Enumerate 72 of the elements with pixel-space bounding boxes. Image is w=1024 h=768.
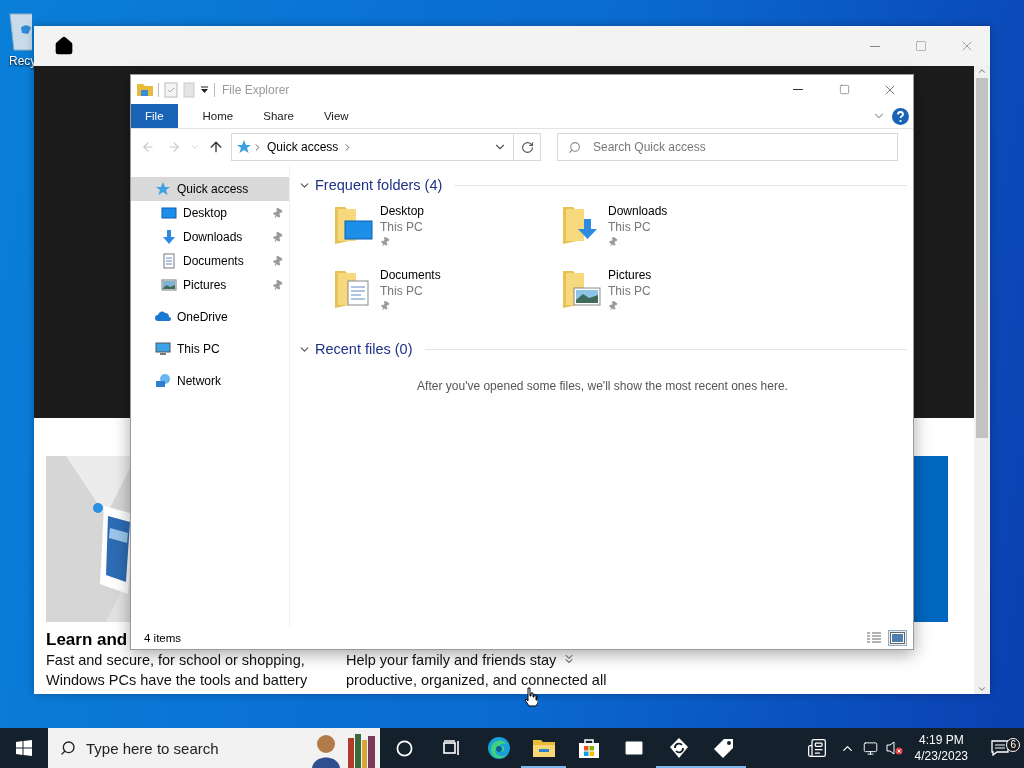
search-icon — [568, 140, 581, 154]
card-text-line: Windows PCs have the tools and battery — [46, 671, 308, 690]
help-icon[interactable] — [892, 107, 909, 125]
group-title[interactable]: Recent files (0) — [315, 341, 413, 357]
ribbon-tab[interactable]: View — [308, 104, 364, 128]
folder-icon[interactable] — [137, 82, 153, 97]
notification-count: 6 — [1006, 738, 1020, 752]
search-box[interactable]: Search Quick access — [557, 133, 898, 161]
folder-icon — [531, 738, 556, 758]
nav-item[interactable]: OneDrive — [131, 305, 289, 329]
card-heading: Learn and — [46, 630, 128, 650]
speaker-muted-icon — [885, 740, 904, 756]
large-icons-view-button[interactable] — [888, 630, 907, 646]
nav-item[interactable]: Documents — [131, 249, 289, 273]
scroll-up-icon[interactable] — [977, 66, 987, 76]
network-icon — [155, 373, 171, 389]
maximize-icon — [915, 40, 927, 52]
breadcrumb[interactable]: Quick access — [267, 140, 339, 154]
customize-dropdown-icon[interactable] — [200, 85, 209, 94]
large-icons-icon — [890, 632, 905, 644]
taskbar-search-field[interactable]: Type here to search — [84, 738, 248, 758]
search-icon — [60, 740, 76, 756]
message-icon — [991, 740, 1009, 756]
window-title: File Explorer — [222, 82, 290, 97]
download-icon — [161, 229, 177, 245]
forward-arrow-icon — [167, 140, 181, 154]
network-icon — [863, 740, 879, 756]
card-text-line: Fast and secure, for school or shopping, — [46, 651, 305, 670]
task-view-icon — [443, 740, 461, 756]
search-field[interactable]: Search Quick access — [591, 139, 897, 155]
folder-tile[interactable]: Desktop This PC — [332, 201, 560, 265]
computer-icon — [155, 341, 171, 357]
picture-icon — [161, 277, 177, 293]
nav-item[interactable]: Downloads — [131, 225, 289, 249]
group-title[interactable]: Frequent folders (4) — [315, 177, 443, 193]
refresh-icon[interactable] — [520, 140, 534, 154]
card-text-line: Help your family and friends stay — [346, 651, 557, 670]
nav-item[interactable]: Desktop — [131, 201, 289, 225]
windows-logo-icon — [16, 740, 32, 756]
details-list-icon — [866, 632, 882, 644]
store-icon — [577, 737, 600, 759]
caret-icon — [190, 142, 200, 152]
clock[interactable]: 4:19 PM 4/23/2023 — [906, 732, 976, 764]
monitor-icon — [161, 205, 177, 221]
empty-message: After you've opened some files, we'll show the most recent ones here. — [417, 379, 788, 393]
address-bar[interactable]: Quick access — [231, 133, 541, 161]
folder-tile[interactable]: Pictures This PC — [560, 265, 788, 329]
star-icon — [236, 139, 252, 155]
newspaper-icon — [806, 738, 827, 758]
scrollbar-thumb[interactable] — [976, 78, 988, 438]
document-icon — [161, 253, 177, 269]
home-icon[interactable] — [54, 36, 74, 56]
minimize-icon — [870, 45, 880, 47]
nav-item[interactable]: Network — [131, 369, 289, 393]
scroll-down-icon[interactable] — [562, 652, 576, 666]
cortana-icon — [395, 739, 413, 757]
ribbon-tab[interactable]: Home — [187, 104, 249, 128]
star-icon — [155, 181, 171, 197]
maximize-icon — [838, 84, 850, 95]
scrollbar[interactable] — [974, 66, 990, 694]
notifications-button[interactable]: 6 — [976, 740, 1024, 756]
nav-item[interactable]: Pictures — [131, 273, 289, 297]
nav-item[interactable]: Quick access — [131, 177, 289, 201]
ribbon-tab[interactable]: Share — [248, 104, 309, 128]
folder-tile[interactable]: Downloads This PC — [560, 201, 788, 265]
item-count: 4 items — [144, 632, 182, 644]
folder-tile[interactable]: Documents This PC — [332, 265, 560, 329]
edge-icon — [486, 736, 511, 760]
file-menu-tab[interactable]: File — [131, 104, 178, 128]
card-text-line: productive, organized, and connected all — [346, 671, 607, 690]
nav-item[interactable]: This PC — [131, 337, 289, 361]
minimize-icon — [793, 89, 803, 90]
